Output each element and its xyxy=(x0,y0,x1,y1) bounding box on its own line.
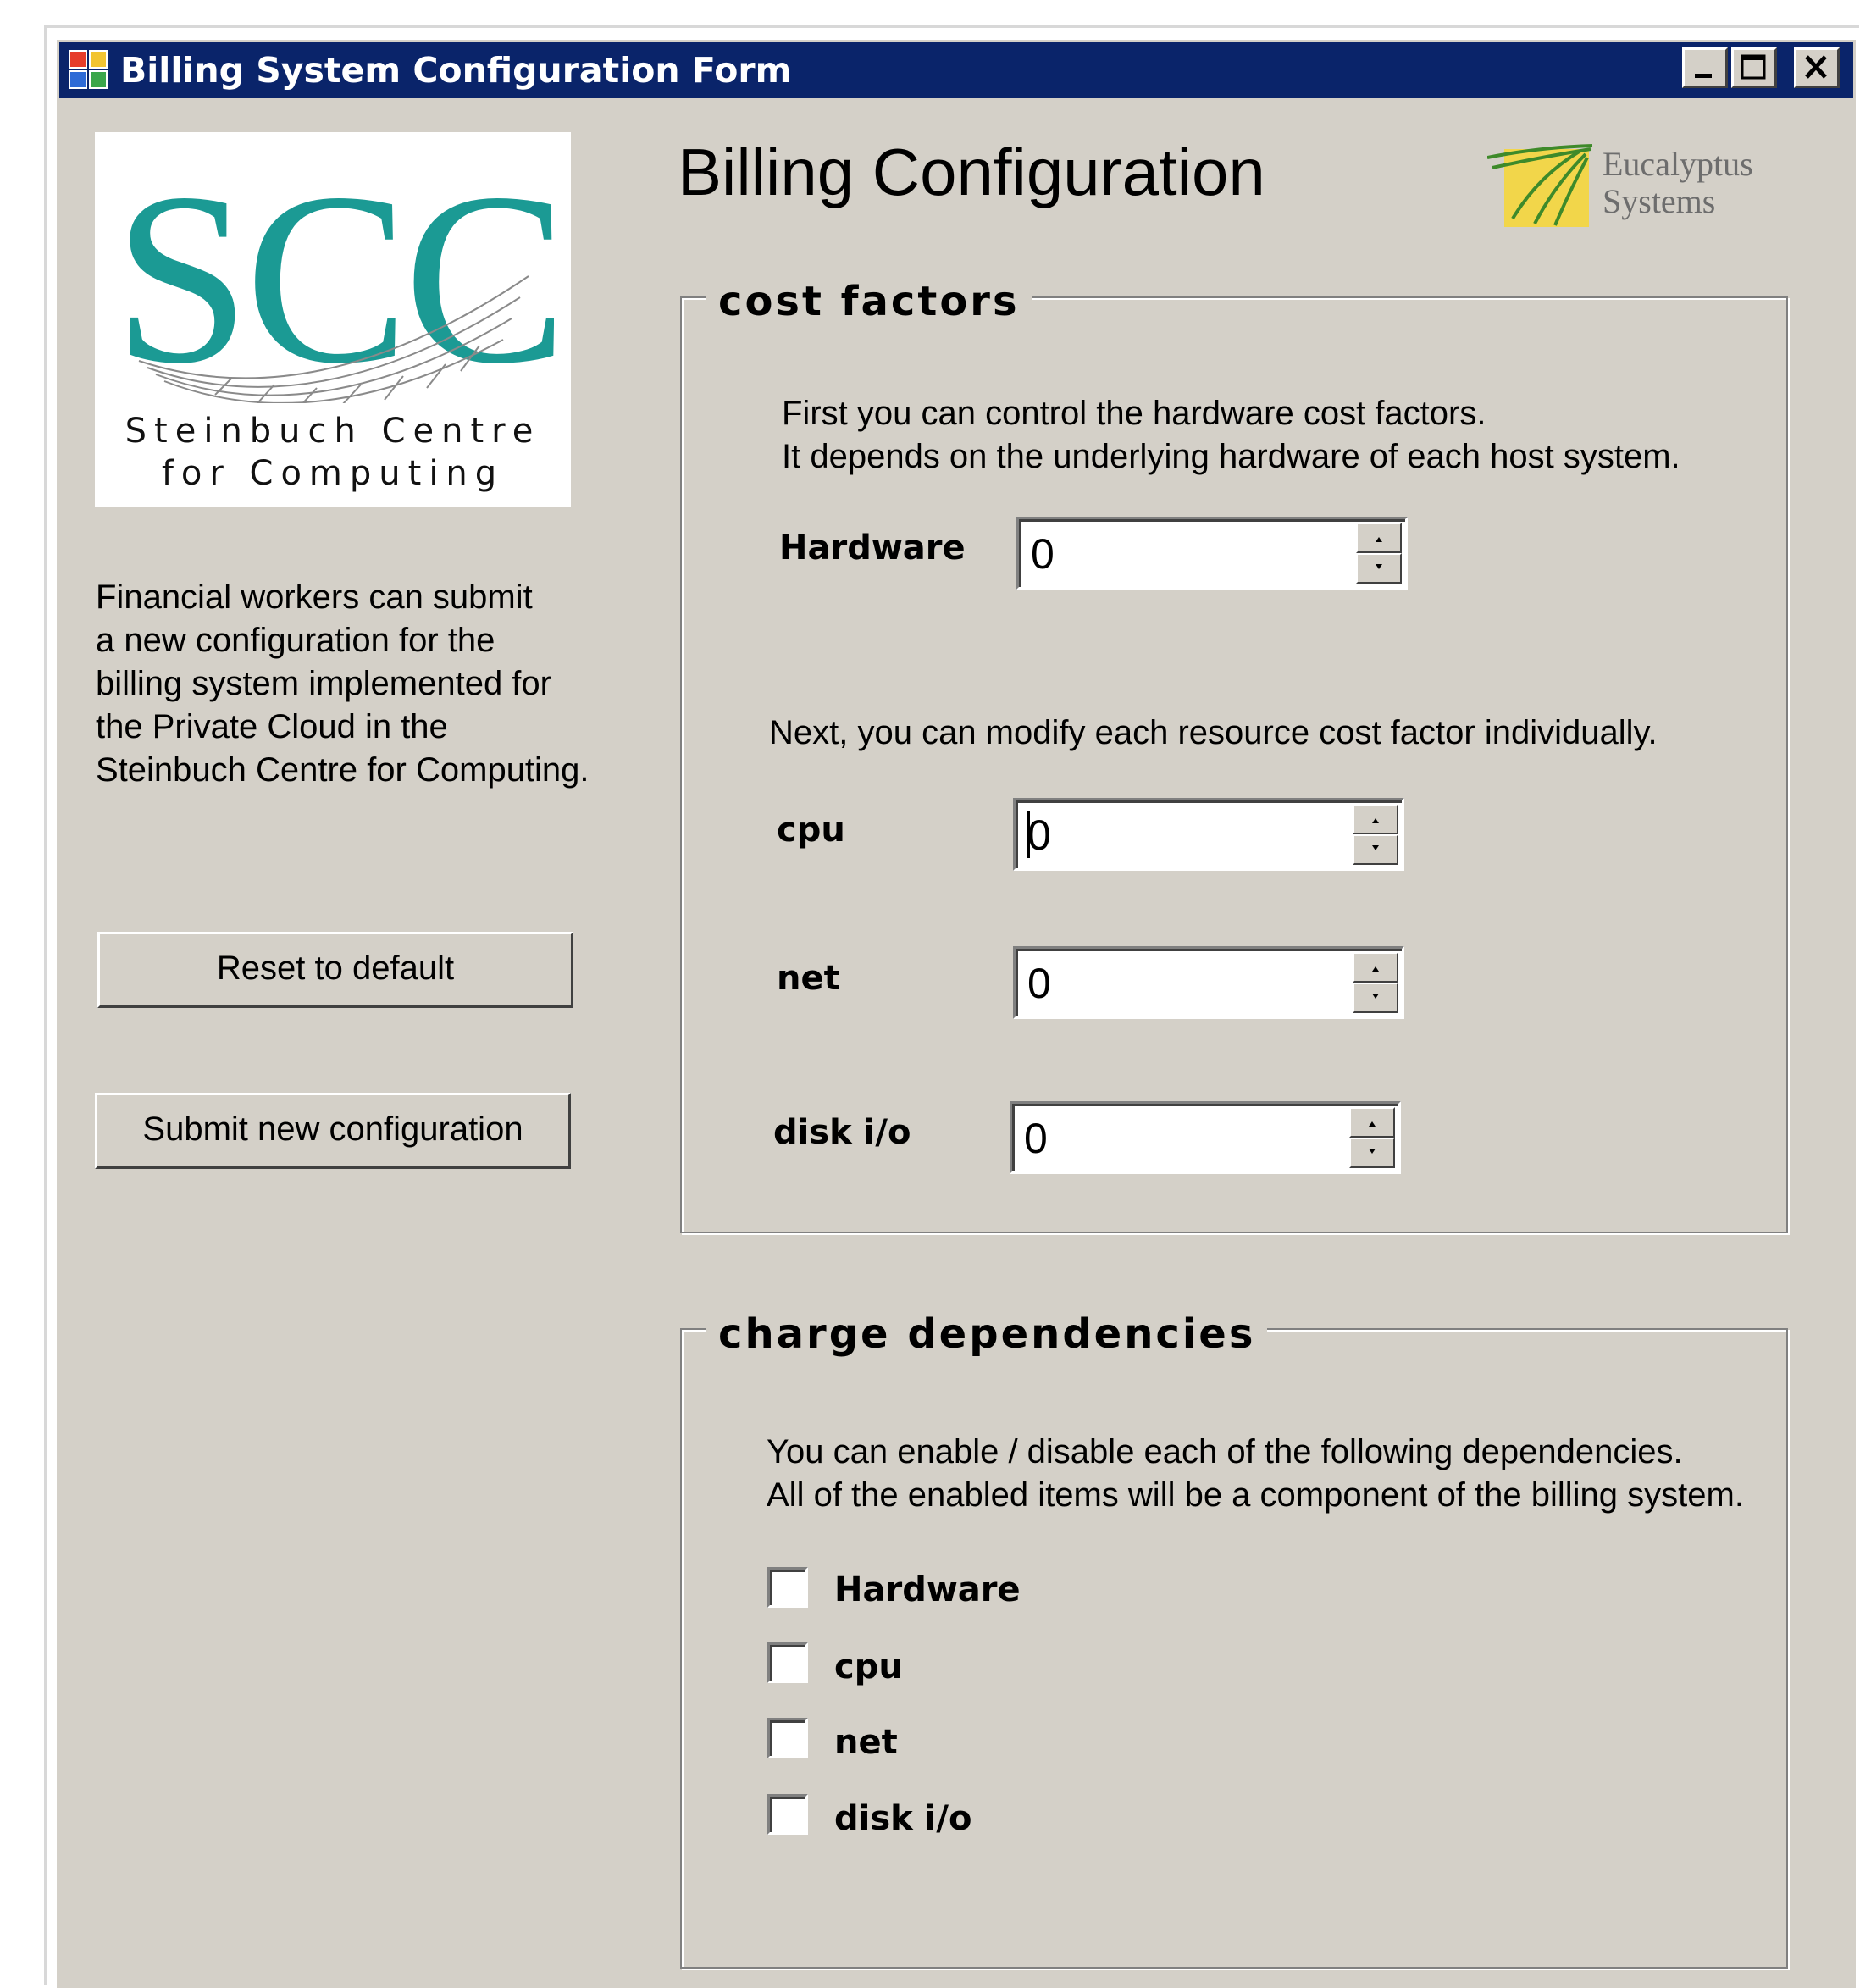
cost-intro-line2: It depends on the underlying hardware of… xyxy=(782,438,1680,475)
scc-mark-text: SCC xyxy=(113,149,554,403)
cpu-spinbox[interactable]: 0 xyxy=(1013,798,1404,871)
eucalyptus-logo-line1: Eucalyptus xyxy=(1603,145,1753,183)
net-spinbox[interactable]: 0 xyxy=(1013,946,1404,1019)
disk-io-checkbox[interactable] xyxy=(767,1794,808,1835)
spin-up-icon xyxy=(1372,818,1379,823)
cpu-value[interactable]: 0 xyxy=(1027,809,1051,861)
disk-io-value[interactable]: 0 xyxy=(1024,1112,1048,1165)
description-line: Financial workers can submit xyxy=(96,579,533,616)
hardware-checkbox-label[interactable]: Hardware xyxy=(834,1569,1021,1611)
charge-intro-line1: You can enable / disable each of the fol… xyxy=(767,1433,1683,1470)
disk-io-spin-up-button[interactable] xyxy=(1349,1107,1395,1138)
disk-io-label: disk i/o xyxy=(773,1113,911,1152)
disk-io-spinbox[interactable]: 0 xyxy=(1010,1101,1401,1174)
cpu-checkbox[interactable] xyxy=(767,1642,808,1683)
cost-factors-legend: cost factors xyxy=(706,276,1032,327)
disk-io-spin-down-button[interactable] xyxy=(1349,1138,1395,1168)
cpu-spin-up-button[interactable] xyxy=(1353,804,1398,834)
spin-up-icon xyxy=(1376,537,1382,542)
scc-logo-line1: Steinbuch Centre xyxy=(125,412,541,451)
spin-down-icon xyxy=(1376,564,1382,569)
hardware-value[interactable]: 0 xyxy=(1031,528,1055,580)
cpu-label: cpu xyxy=(777,811,845,850)
net-checkbox[interactable] xyxy=(767,1718,808,1758)
description: Financial workers can submit a new confi… xyxy=(96,576,621,792)
spin-down-icon xyxy=(1372,994,1379,999)
disk-io-checkbox-label[interactable]: disk i/o xyxy=(834,1797,971,1840)
spin-up-icon xyxy=(1369,1121,1376,1127)
charge-intro-line2: All of the enabled items will be a compo… xyxy=(767,1476,1744,1514)
hardware-label: Hardware xyxy=(779,529,966,568)
hardware-spinbox[interactable]: 0 xyxy=(1016,517,1408,590)
scc-logo: SCC Steinbuch Centre for Computing xyxy=(95,132,571,507)
eucalyptus-logo-line2: Systems xyxy=(1603,182,1716,220)
window-title: Billing System Configuration Form xyxy=(120,50,792,91)
net-label: net xyxy=(777,959,840,998)
cost-intro-line1: First you can control the hardware cost … xyxy=(782,395,1486,432)
app-icon[interactable] xyxy=(68,49,110,91)
maximize-button[interactable] xyxy=(1731,47,1777,88)
spin-up-icon xyxy=(1372,966,1379,972)
spin-down-icon xyxy=(1372,845,1379,850)
eucalyptus-leaf-icon xyxy=(1486,144,1593,227)
close-icon xyxy=(1805,55,1827,79)
submit-configuration-button[interactable]: Submit new configuration xyxy=(95,1093,571,1169)
maximize-icon xyxy=(1741,54,1766,80)
scc-mark-icon: SCC xyxy=(113,149,554,403)
minimize-icon xyxy=(1695,74,1712,78)
description-line: Steinbuch Centre for Computing. xyxy=(96,751,590,789)
description-line: the Private Cloud in the xyxy=(96,708,448,745)
charge-dependencies-legend: charge dependencies xyxy=(706,1309,1268,1359)
hardware-spin-up-button[interactable] xyxy=(1356,523,1402,553)
spin-down-icon xyxy=(1369,1149,1376,1154)
cpu-checkbox-label[interactable]: cpu xyxy=(834,1646,903,1688)
hardware-checkbox[interactable] xyxy=(767,1567,808,1608)
cpu-spin-down-button[interactable] xyxy=(1353,834,1398,865)
net-spin-up-button[interactable] xyxy=(1353,952,1398,983)
net-value[interactable]: 0 xyxy=(1027,957,1051,1010)
description-line: billing system implemented for xyxy=(96,665,551,702)
description-line: a new configuration for the xyxy=(96,622,495,659)
net-spin-down-button[interactable] xyxy=(1353,983,1398,1013)
close-button[interactable] xyxy=(1794,47,1840,88)
cost-next-text: Next, you can modify each resource cost … xyxy=(769,714,1658,751)
eucalyptus-logo: Eucalyptus Systems xyxy=(1486,142,1792,227)
page-title: Billing Configuration xyxy=(678,135,1265,209)
reset-to-default-button[interactable]: Reset to default xyxy=(97,932,573,1008)
minimize-button[interactable] xyxy=(1682,47,1728,88)
hardware-spin-down-button[interactable] xyxy=(1356,553,1402,584)
scc-logo-line2: for Computing xyxy=(161,454,505,493)
net-checkbox-label[interactable]: net xyxy=(834,1721,898,1764)
